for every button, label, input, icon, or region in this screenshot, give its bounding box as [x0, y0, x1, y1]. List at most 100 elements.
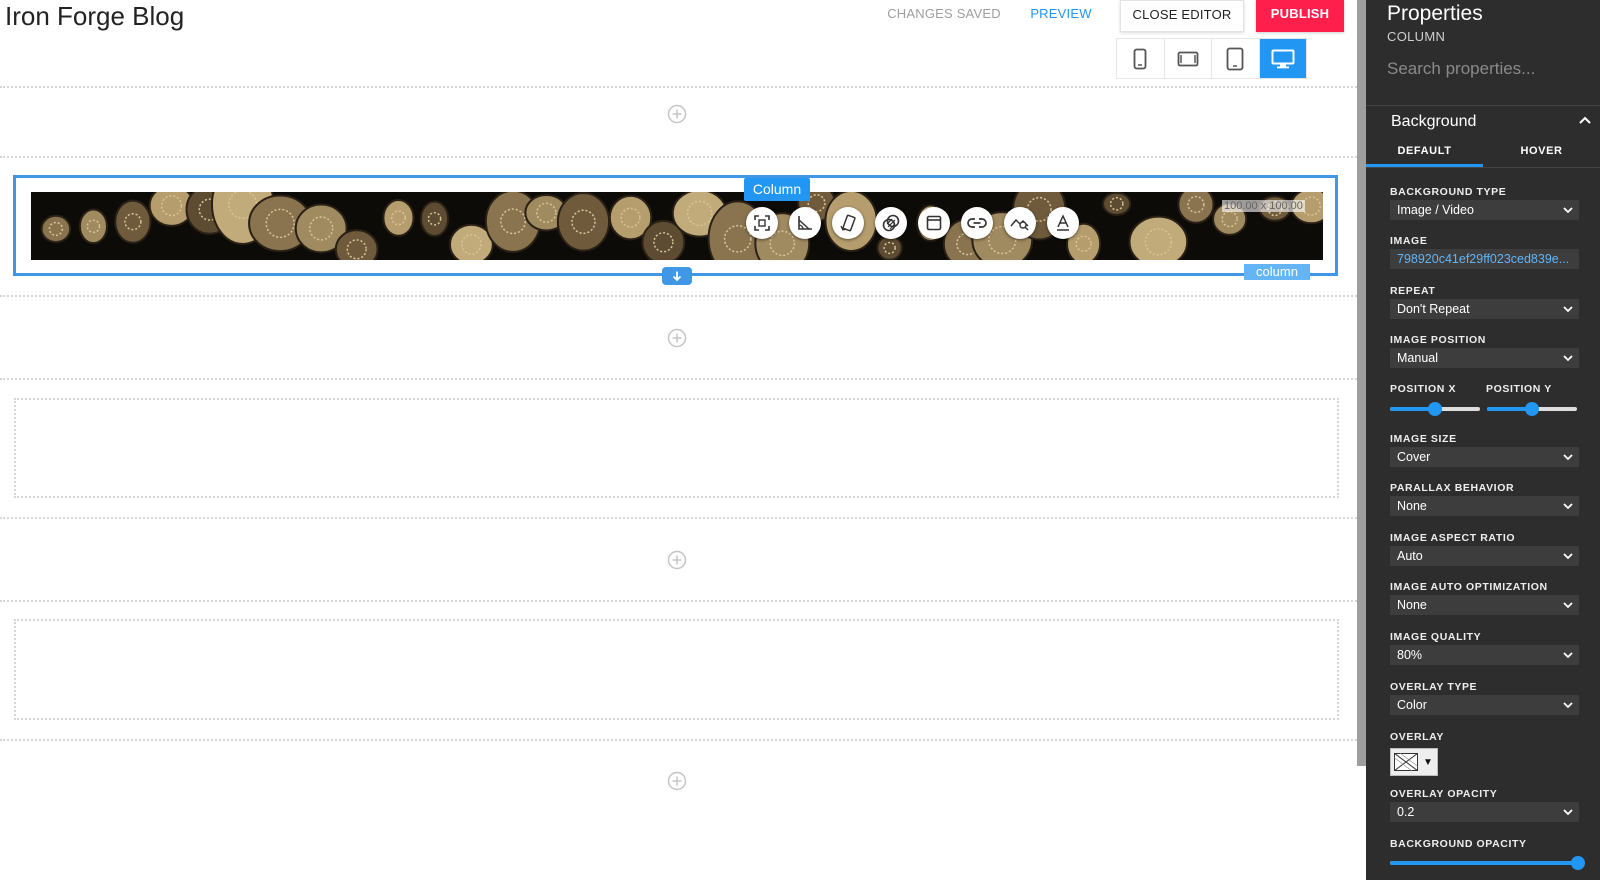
tool-layers-button[interactable]	[875, 207, 907, 239]
position-x-slider[interactable]	[1390, 402, 1480, 416]
slider-thumb[interactable]	[1525, 402, 1539, 416]
preview-button[interactable]: PREVIEW	[1023, 0, 1099, 32]
layers-icon	[882, 214, 900, 232]
jewelry-piece	[1102, 192, 1132, 216]
aspect-ratio-select[interactable]: Auto	[1390, 546, 1579, 566]
add-section-icon[interactable]	[667, 104, 687, 124]
field-label: BACKGROUND TYPE	[1390, 186, 1507, 198]
jewelry-piece	[40, 214, 72, 244]
field-label: REPEAT	[1390, 285, 1436, 297]
empty-section[interactable]	[14, 619, 1339, 720]
move-down-button[interactable]	[662, 267, 692, 285]
jewelry-piece	[556, 192, 611, 252]
field-label: IMAGE AUTO OPTIMIZATION	[1390, 581, 1548, 593]
position-y-slider[interactable]	[1487, 402, 1577, 416]
tool-crop-button[interactable]	[746, 207, 778, 239]
column-label[interactable]: Column	[744, 178, 810, 201]
resize-icon	[840, 214, 856, 232]
image-size-select[interactable]: Cover	[1390, 447, 1579, 467]
page-title: Iron Forge Blog	[5, 1, 185, 31]
close-editor-button[interactable]: CLOSE EDITOR	[1120, 0, 1244, 32]
phone-landscape-icon	[1177, 51, 1199, 66]
add-section-icon[interactable]	[667, 550, 687, 570]
device-phone-landscape-button[interactable]	[1165, 39, 1212, 78]
window-icon	[926, 215, 942, 231]
auto-optimization-select[interactable]: None	[1390, 595, 1579, 615]
chevron-down-icon	[1563, 652, 1573, 659]
tablet-icon	[1226, 47, 1244, 70]
desktop-icon	[1271, 49, 1295, 68]
field-label: IMAGE SIZE	[1390, 433, 1457, 445]
tool-angle-button[interactable]	[789, 207, 821, 239]
tool-text-button[interactable]	[1047, 207, 1079, 239]
image-position-select[interactable]: Manual	[1390, 348, 1579, 368]
field-label: IMAGE	[1390, 235, 1428, 247]
field-label: OVERLAY TYPE	[1390, 681, 1478, 693]
canvas-scrollbar[interactable]	[1357, 0, 1366, 766]
section-divider	[0, 378, 1357, 380]
tool-resize-button[interactable]	[832, 207, 864, 239]
tool-window-button[interactable]	[918, 207, 950, 239]
add-section-icon[interactable]	[667, 771, 687, 791]
field-label: POSITION X	[1390, 383, 1457, 395]
jewelry-piece	[419, 200, 450, 237]
slider-fill	[1390, 861, 1578, 865]
phone-icon	[1133, 48, 1147, 69]
parallax-select[interactable]: None	[1390, 496, 1579, 516]
image-filename[interactable]: 798920c41ef29ff023ced839e...	[1397, 249, 1579, 269]
column-tag: column	[1244, 264, 1310, 280]
no-color-icon	[1394, 753, 1418, 771]
field-label: OVERLAY	[1390, 731, 1444, 743]
field-label: POSITION Y	[1486, 383, 1552, 395]
device-tablet-button[interactable]	[1212, 39, 1260, 78]
search-properties-input[interactable]	[1387, 56, 1587, 82]
background-type-select[interactable]: Image / Video	[1390, 200, 1579, 220]
field-label: BACKGROUND OPACITY	[1390, 838, 1527, 850]
slider-thumb[interactable]	[1571, 856, 1585, 870]
select-value: 80%	[1397, 648, 1423, 662]
repeat-select[interactable]: Don't Repeat	[1390, 299, 1579, 319]
chevron-down-icon	[1563, 355, 1573, 362]
jewelry-piece	[876, 235, 903, 260]
select-value: Image / Video	[1397, 203, 1474, 217]
chevron-up-icon[interactable]	[1578, 115, 1592, 125]
jewelry-piece	[1177, 192, 1215, 224]
overlay-opacity-select[interactable]: 0.2	[1390, 802, 1579, 822]
device-desktop-button[interactable]	[1259, 39, 1306, 78]
tab-hover[interactable]: HOVER	[1483, 137, 1600, 167]
dropdown-arrow-icon: ▼	[1423, 756, 1433, 768]
overlay-color-picker[interactable]: ▼	[1390, 748, 1438, 776]
changes-saved-status: CHANGES SAVED	[887, 6, 1001, 21]
background-section-header[interactable]: Background	[1366, 105, 1600, 137]
image-quality-select[interactable]: 80%	[1390, 645, 1579, 665]
crop-icon	[754, 215, 770, 231]
tab-default[interactable]: DEFAULT	[1366, 137, 1483, 167]
field-label: IMAGE POSITION	[1390, 334, 1486, 346]
tool-link-button[interactable]	[961, 207, 993, 239]
select-value: Auto	[1397, 549, 1423, 563]
jewelry-piece	[382, 198, 415, 237]
column-size-readout: 100.00 x 100.00	[1222, 200, 1305, 212]
chevron-down-icon	[1563, 702, 1573, 709]
overlay-type-select[interactable]: Color	[1390, 695, 1579, 715]
slider-thumb[interactable]	[1428, 402, 1442, 416]
image-field[interactable]: 798920c41ef29ff023ced839e...	[1390, 249, 1579, 269]
section-divider	[0, 295, 1357, 297]
publish-button[interactable]: PUBLISH	[1256, 0, 1344, 32]
field-label: IMAGE QUALITY	[1390, 631, 1482, 643]
section-title: Background	[1391, 113, 1477, 130]
jewelry-piece	[78, 208, 109, 245]
empty-section[interactable]	[14, 398, 1339, 498]
chevron-down-icon	[1563, 454, 1573, 461]
device-phone-button[interactable]	[1117, 39, 1165, 78]
select-value: Don't Repeat	[1397, 302, 1470, 316]
background-opacity-slider[interactable]	[1390, 856, 1585, 870]
tool-image-search-button[interactable]	[1004, 207, 1036, 239]
add-section-icon[interactable]	[667, 328, 687, 348]
section-divider	[0, 600, 1357, 602]
chevron-down-icon	[1563, 503, 1573, 510]
field-label: OVERLAY OPACITY	[1390, 788, 1498, 800]
section-divider	[0, 517, 1357, 519]
panel-title: Properties	[1387, 2, 1483, 25]
angle-icon	[798, 216, 812, 230]
